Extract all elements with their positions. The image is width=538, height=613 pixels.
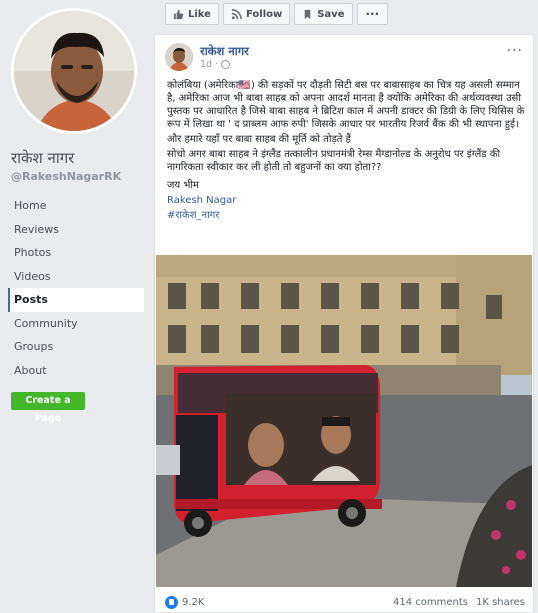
more-options-button[interactable]: ··· xyxy=(356,3,389,25)
follow-button[interactable]: Follow xyxy=(222,3,291,25)
post-author-avatar[interactable] xyxy=(165,43,193,71)
post-author-link[interactable]: Rakesh Nagar xyxy=(167,194,527,207)
post-body: कोलंबिया (अमेरिका🇺🇸) की सड़कों पर दौड़ती… xyxy=(167,79,527,224)
page-handle[interactable]: @RakeshNagarRK xyxy=(11,170,121,183)
engagement-counts: 414 comments 1K shares xyxy=(393,597,525,608)
post-paragraph-3: सोचो अगर बाबा साहब ने इंग्लैंड तत्कालीन … xyxy=(167,149,501,173)
post-paragraph-1: कोलंबिया (अमेरिका🇺🇸) की सड़कों पर दौड़ती… xyxy=(167,80,525,130)
nav-item-community[interactable]: Community xyxy=(8,312,144,336)
nav-item-reviews[interactable]: Reviews xyxy=(8,218,144,242)
reaction-count[interactable]: 9.2K xyxy=(182,597,204,608)
post-signoff: जय भीम xyxy=(167,180,199,191)
page-name[interactable]: राकेश नागर xyxy=(11,148,74,168)
profile-picture[interactable] xyxy=(11,8,137,134)
page-nav: Home Reviews Photos Videos Posts Communi… xyxy=(8,194,144,382)
bus-photo-image xyxy=(156,255,532,587)
nav-item-about[interactable]: About xyxy=(8,359,144,383)
post-card: राकेश नागर 1d · ··· कोलंबिया (अमेरिका🇺🇸)… xyxy=(154,34,534,613)
like-label: Like xyxy=(188,8,211,20)
post-footer: 9.2K 414 comments 1K shares xyxy=(165,593,525,611)
post-hashtag[interactable]: #राकेश_नागर xyxy=(167,209,527,222)
profile-photo-image xyxy=(14,11,134,131)
nav-item-photos[interactable]: Photos xyxy=(8,241,144,265)
follow-label: Follow xyxy=(245,8,283,20)
comment-count[interactable]: 414 comments xyxy=(393,597,468,608)
post-author-name[interactable]: राकेश नागर xyxy=(200,44,249,59)
save-label: Save xyxy=(317,8,345,20)
nav-item-videos[interactable]: Videos xyxy=(8,265,144,289)
save-button[interactable]: Save xyxy=(294,3,353,25)
nav-item-posts[interactable]: Posts xyxy=(8,288,144,312)
share-count[interactable]: 1K shares xyxy=(476,597,525,608)
nav-item-groups[interactable]: Groups xyxy=(8,335,144,359)
like-page-button[interactable]: Like xyxy=(165,3,219,25)
post-photo[interactable] xyxy=(156,255,532,587)
nav-item-home[interactable]: Home xyxy=(8,194,144,218)
page-action-bar: Like Follow Save ··· xyxy=(165,3,389,25)
post-meta: 1d · xyxy=(200,59,231,70)
create-page-button[interactable]: Create a Page xyxy=(11,392,85,424)
post-timestamp[interactable]: 1d · xyxy=(200,59,218,70)
globe-icon xyxy=(221,60,231,69)
rss-follow-icon xyxy=(231,8,242,19)
post-options-icon[interactable]: ··· xyxy=(507,43,523,59)
like-reaction-icon xyxy=(165,595,178,609)
post-paragraph-2: और हमारे यहाँ पर बाबा साहब की मूर्ति को … xyxy=(167,134,351,145)
thumbs-up-icon xyxy=(173,9,184,19)
page-sidebar: राकेश नागर @RakeshNagarRK Home Reviews P… xyxy=(0,0,150,613)
bookmark-icon xyxy=(304,9,311,19)
author-avatar-image xyxy=(165,43,193,71)
